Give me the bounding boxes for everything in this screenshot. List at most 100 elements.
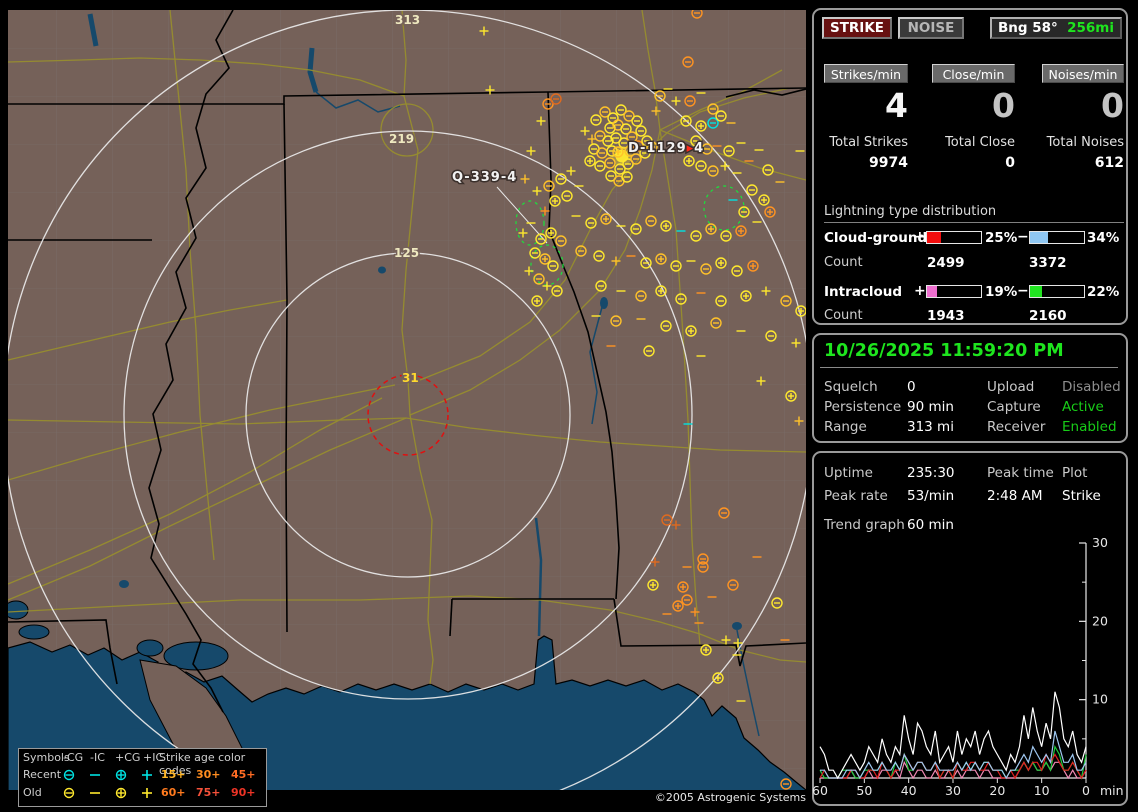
receiver-label: Receiver bbox=[987, 419, 1045, 435]
storm-cell-label: D-1129▸4 bbox=[628, 141, 704, 156]
minus-sign: − bbox=[1017, 229, 1029, 245]
legend-col-neg-ic: -IC bbox=[90, 751, 105, 764]
x-axis-unit: min bbox=[1100, 783, 1124, 798]
total-strikes-value: 9974 bbox=[824, 155, 908, 171]
cg-pos-pct: 25% bbox=[985, 230, 1017, 246]
y-tick-label: 20 bbox=[1092, 613, 1108, 628]
neg-cg-old-icon bbox=[61, 786, 77, 800]
datetime-display: 10/26/2025 11:59:20 PM bbox=[824, 341, 1064, 361]
cg-pos-count: 2499 bbox=[927, 255, 965, 271]
receiver-status: Enabled bbox=[1062, 419, 1117, 435]
persistence-label: Persistence bbox=[824, 399, 901, 415]
upload-status: Disabled bbox=[1062, 379, 1121, 395]
bearing-range-readout: Bng 58° 256mi bbox=[990, 17, 1122, 39]
storm-cell-label: Q-339-4 bbox=[452, 170, 517, 185]
legend-row-recent: Recent bbox=[23, 768, 61, 781]
close-per-min-chip: Close/min bbox=[932, 64, 1015, 83]
strike-toggle-button[interactable]: STRIKE bbox=[822, 17, 892, 39]
age-code-60: 60+ bbox=[161, 786, 186, 799]
noise-toggle-button[interactable]: NOISE bbox=[898, 17, 964, 39]
noises-per-min-chip: Noises/min bbox=[1042, 64, 1124, 83]
upload-label: Upload bbox=[987, 379, 1034, 395]
legend-ages-title: Strike age color codes bbox=[159, 751, 266, 764]
plus-sign: + bbox=[914, 283, 926, 299]
x-tick-label: 40 bbox=[901, 783, 917, 798]
intracloud-label: Intracloud bbox=[824, 284, 902, 300]
peak-time-label: Peak time bbox=[987, 465, 1054, 481]
neg-ic-old-icon bbox=[87, 786, 103, 800]
strike-counters-panel: STRIKE NOISE Bng 58° 256mi Strikes/min C… bbox=[812, 8, 1128, 325]
x-tick-label: 50 bbox=[856, 783, 872, 798]
plot-label: Plot bbox=[1062, 465, 1087, 481]
cg-neg-pct: 34% bbox=[1087, 230, 1119, 246]
age-code-30: 30+ bbox=[196, 768, 221, 781]
x-tick-label: 30 bbox=[945, 783, 961, 798]
map-legend: Symbols -CG -IC +CG +IC Strike age color… bbox=[18, 748, 267, 807]
separator bbox=[820, 367, 1118, 368]
status-panel: 10/26/2025 11:59:20 PM Squelch 0 Upload … bbox=[812, 333, 1128, 443]
lightning-map[interactable]: 31125219313 Q-339-4D-1129▸4 bbox=[8, 10, 806, 790]
ring-distance-label: 313 bbox=[395, 13, 420, 27]
persistence-value: 90 min bbox=[907, 399, 954, 415]
age-code-90: 90+ bbox=[231, 786, 256, 799]
capture-label: Capture bbox=[987, 399, 1041, 415]
ic-neg-count: 2160 bbox=[1029, 308, 1067, 324]
trend-series-Total bbox=[820, 692, 1086, 778]
distribution-title: Lightning type distribution bbox=[824, 204, 1124, 223]
age-code-45: 45+ bbox=[231, 768, 256, 781]
age-code-75: 75+ bbox=[196, 786, 221, 799]
range-label: Range bbox=[824, 419, 867, 435]
close-per-min-value: 0 bbox=[932, 86, 1015, 125]
total-noises-label: Total Noises bbox=[1042, 135, 1124, 150]
neg-ic-recent-icon bbox=[87, 768, 103, 782]
strikes-per-min-chip: Strikes/min bbox=[824, 64, 908, 83]
x-tick-label: 20 bbox=[989, 783, 1005, 798]
total-strikes-label: Total Strikes bbox=[824, 135, 908, 150]
x-tick-label: 0 bbox=[1082, 783, 1090, 798]
total-close-label: Total Close bbox=[932, 135, 1015, 150]
legend-col-neg-cg: -CG bbox=[63, 751, 83, 764]
pos-ic-recent-icon bbox=[139, 768, 155, 782]
ic-pos-count: 1943 bbox=[927, 308, 965, 324]
minus-sign: − bbox=[1017, 283, 1029, 299]
range-value: 256mi bbox=[1067, 20, 1114, 36]
cg-neg-count: 3372 bbox=[1029, 255, 1067, 271]
age-code-15: 15+ bbox=[161, 768, 186, 781]
pos-ic-old-icon bbox=[139, 786, 155, 800]
ring-distance-label: 31 bbox=[402, 371, 419, 385]
ic-pos-pct: 19% bbox=[985, 284, 1017, 300]
trend-series-+CG bbox=[820, 755, 1086, 779]
pos-cg-old-icon bbox=[113, 786, 129, 800]
trend-graph-chart: 1020306050403020100min bbox=[812, 530, 1128, 800]
x-tick-label: 10 bbox=[1034, 783, 1050, 798]
cloud-ground-label: Cloud-ground bbox=[824, 230, 927, 246]
app-window: 31125219313 Q-339-4D-1129▸4 Symbols -CG … bbox=[0, 0, 1138, 812]
legend-col-pos-cg: +CG bbox=[115, 751, 140, 764]
neg-cg-recent-icon bbox=[61, 768, 77, 782]
total-noises-value: 612 bbox=[1042, 155, 1124, 171]
squelch-value: 0 bbox=[907, 379, 916, 395]
peak-rate-value: 53/min bbox=[907, 488, 954, 504]
ring-distance-label: 219 bbox=[389, 132, 414, 146]
peak-time-value: 2:48 AM bbox=[987, 488, 1043, 504]
ic-pos-bar bbox=[926, 285, 982, 298]
peak-rate-label: Peak rate bbox=[824, 488, 888, 504]
pos-cg-recent-icon bbox=[113, 768, 129, 782]
cg-pos-bar bbox=[926, 231, 982, 244]
cg-count-label: Count bbox=[824, 255, 863, 270]
plot-mode-value: Strike bbox=[1062, 488, 1101, 504]
strikes-per-min-value: 4 bbox=[824, 86, 908, 125]
ic-count-label: Count bbox=[824, 308, 863, 323]
y-tick-label: 30 bbox=[1092, 535, 1108, 550]
total-close-value: 0 bbox=[932, 155, 1015, 171]
range-value: 313 mi bbox=[907, 419, 954, 435]
ic-neg-pct: 22% bbox=[1087, 284, 1119, 300]
capture-status: Active bbox=[1062, 399, 1104, 415]
legend-row-old: Old bbox=[23, 786, 42, 799]
bearing-label: Bng 58° bbox=[998, 20, 1058, 36]
uptime-label: Uptime bbox=[824, 465, 873, 481]
cg-neg-bar bbox=[1029, 231, 1085, 244]
y-tick-label: 10 bbox=[1092, 692, 1108, 707]
squelch-label: Squelch bbox=[824, 379, 878, 395]
noises-per-min-value: 0 bbox=[1042, 86, 1124, 125]
